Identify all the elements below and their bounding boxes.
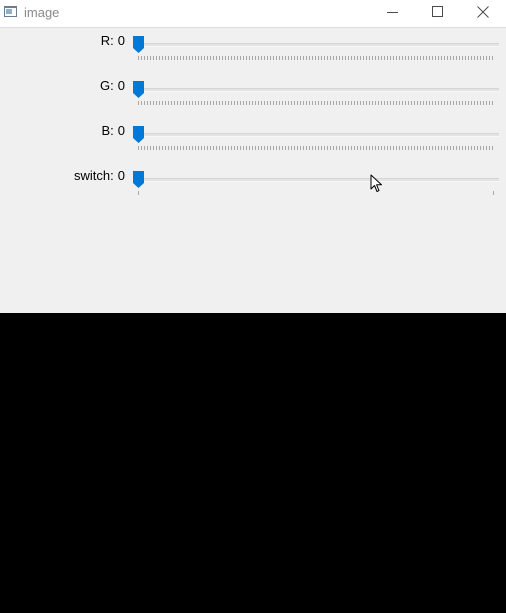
- trackbar-ticks: [138, 146, 494, 150]
- opencv-window: image R: 0 G: 0 B: 0 switch: 0: [0, 0, 506, 613]
- trackbar-switch: switch: 0: [0, 166, 506, 196]
- trackbar-b: B: 0: [0, 121, 506, 151]
- maximize-button[interactable]: [415, 0, 461, 27]
- trackbar-track[interactable]: [138, 43, 499, 47]
- trackbar-thumb[interactable]: [133, 81, 144, 98]
- trackbar-track[interactable]: [138, 178, 499, 182]
- trackbar-thumb[interactable]: [133, 36, 144, 53]
- trackbar-track[interactable]: [138, 88, 499, 92]
- trackbar-ticks: [138, 56, 494, 60]
- image-canvas: [0, 313, 506, 613]
- trackbar-r: R: 0: [0, 31, 506, 61]
- trackbar-panel: R: 0 G: 0 B: 0 switch: 0: [0, 28, 506, 313]
- close-icon: [477, 6, 489, 18]
- trackbar-ticks: [138, 101, 494, 105]
- trackbar-track[interactable]: [138, 133, 499, 137]
- trackbar-label: G: 0: [100, 78, 125, 93]
- mouse-cursor-icon: [370, 174, 382, 192]
- trackbar-label: B: 0: [101, 123, 125, 138]
- window-title: image: [24, 5, 60, 20]
- trackbar-thumb[interactable]: [133, 126, 144, 143]
- minimize-button[interactable]: [370, 0, 416, 27]
- trackbar-g: G: 0: [0, 76, 506, 106]
- window-app-icon: [4, 6, 17, 17]
- trackbar-label: R: 0: [100, 33, 125, 48]
- title-bar[interactable]: image: [0, 0, 506, 28]
- trackbar-thumb[interactable]: [133, 171, 144, 188]
- close-button[interactable]: [460, 0, 506, 27]
- trackbar-ticks: [138, 191, 494, 195]
- trackbar-label: switch: 0: [74, 168, 125, 183]
